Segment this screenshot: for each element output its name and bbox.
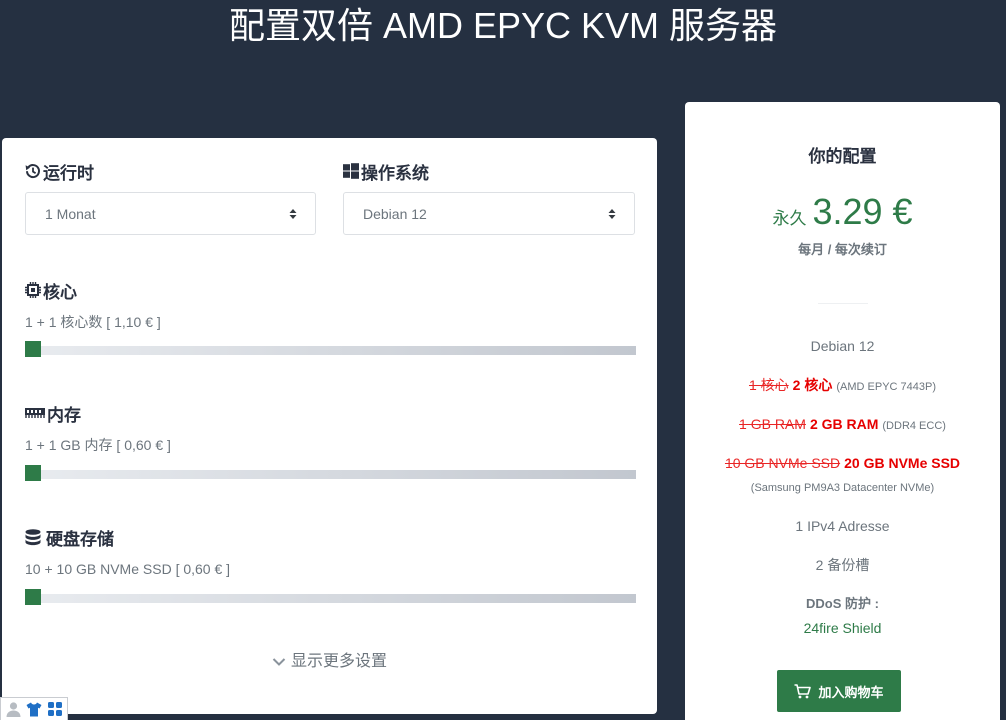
memory-slider-track[interactable] [33, 470, 636, 479]
storage-description: 10 + 10 GB NVMe SSD [ 0,60 € ] [25, 561, 231, 577]
theme-button[interactable] [26, 702, 42, 717]
floating-toolbar [0, 697, 68, 720]
ram-old-value: 1 GB RAM [739, 416, 806, 432]
price-prefix: 永久 [772, 209, 807, 228]
runtime-selected-value: 1 Monat [45, 205, 96, 222]
summary-ipv4: 1 IPv4 Adresse [795, 518, 890, 534]
storage-label-text: 硬盘存储 [46, 529, 114, 549]
user-button[interactable] [6, 701, 21, 717]
summary-card: 你的配置 永久 3.29 € 每月 / 每次续订 Debian 12 1 核心 2 … [685, 102, 1000, 720]
chevron-down-icon [272, 658, 286, 666]
runtime-select[interactable]: 1 Monat [25, 192, 316, 235]
ram-new-value: 2 GB RAM [809, 416, 879, 432]
storage-old-value: 10 GB NVMe SSD [724, 455, 841, 471]
storage-slider-handle[interactable] [25, 589, 41, 605]
add-to-cart-label: 加入购物车 [818, 684, 884, 700]
page-title: 配置双倍 AMD EPYC KVM 服务器 [228, 5, 778, 46]
storage-slider-track[interactable] [33, 594, 636, 603]
configuration-card: 运行时 1 Monat 操作系统 Debian 12 核心 1 + 1 核心数 … [2, 138, 657, 714]
database-icon [25, 528, 41, 545]
tshirt-icon [26, 702, 42, 716]
add-to-cart-button[interactable]: 加入购物车 [777, 670, 901, 712]
ram-note: (DDR4 ECC) [882, 420, 946, 432]
user-icon [6, 702, 21, 717]
cores-description: 1 + 1 核心数 [ 1,10 € ] [25, 314, 161, 330]
cores-label-text: 核心 [43, 282, 77, 302]
summary-title: 你的配置 [808, 147, 877, 166]
memory-description: 1 + 1 GB 内存 [ 0,60 € ] [25, 437, 171, 453]
memory-label: 内存 [25, 402, 81, 425]
os-label-text: 操作系统 [361, 163, 429, 183]
storage-new-value: 20 GB NVMe SSD [844, 455, 961, 471]
summary-os: Debian 12 [810, 338, 875, 354]
memory-slider-handle[interactable] [25, 465, 41, 481]
os-label: 操作系统 [343, 160, 429, 183]
summary-storage-row: 10 GB NVMe SSD 20 GB NVMe SSD [685, 454, 1000, 472]
apps-grid-icon [48, 702, 63, 716]
apps-button[interactable] [48, 702, 63, 716]
price-value: 3.29 € [812, 191, 913, 232]
show-more-settings-link[interactable]: 显示更多设置 [2, 652, 657, 672]
os-select[interactable]: Debian 12 [343, 192, 635, 235]
ddos-label: DDoS 防护 : [806, 596, 879, 611]
os-selected-value: Debian 12 [363, 205, 427, 222]
windows-icon [343, 163, 359, 179]
storage-note: (Samsung PM9A3 Datacenter NVMe) [750, 482, 935, 494]
cores-old-value: 1 核心 [748, 377, 789, 393]
memory-slider[interactable] [25, 465, 636, 481]
cores-new-value: 2 核心 [792, 377, 833, 393]
cart-icon [794, 683, 812, 698]
cores-label: 核心 [25, 279, 77, 302]
storage-label: 硬盘存储 [25, 526, 114, 549]
show-more-label: 显示更多设置 [290, 653, 387, 670]
memory-icon [25, 408, 45, 418]
price-row: 永久 3.29 € [685, 190, 1000, 241]
summary-divider [818, 303, 868, 304]
history-icon [25, 164, 40, 179]
select-arrows-icon [289, 209, 297, 219]
select-arrows-icon [608, 209, 616, 219]
cores-slider[interactable] [25, 341, 636, 357]
runtime-label: 运行时 [25, 160, 94, 183]
summary-ram-row: 1 GB RAM 2 GB RAM (DDR4 ECC) [685, 415, 1000, 435]
chip-icon [25, 282, 41, 298]
cores-slider-track[interactable] [33, 346, 636, 355]
memory-label-text: 内存 [47, 405, 81, 425]
billing-note: 每月 / 每次续订 [798, 242, 887, 257]
cores-note: (AMD EPYC 7443P) [836, 381, 937, 393]
cores-slider-handle[interactable] [25, 341, 41, 357]
summary-backups: 2 备份槽 [815, 557, 870, 573]
ddos-value: 24fire Shield [803, 620, 882, 636]
storage-slider[interactable] [25, 589, 636, 605]
runtime-label-text: 运行时 [43, 163, 94, 183]
summary-cores-row: 1 核心 2 核心 (AMD EPYC 7443P) [685, 376, 1000, 396]
